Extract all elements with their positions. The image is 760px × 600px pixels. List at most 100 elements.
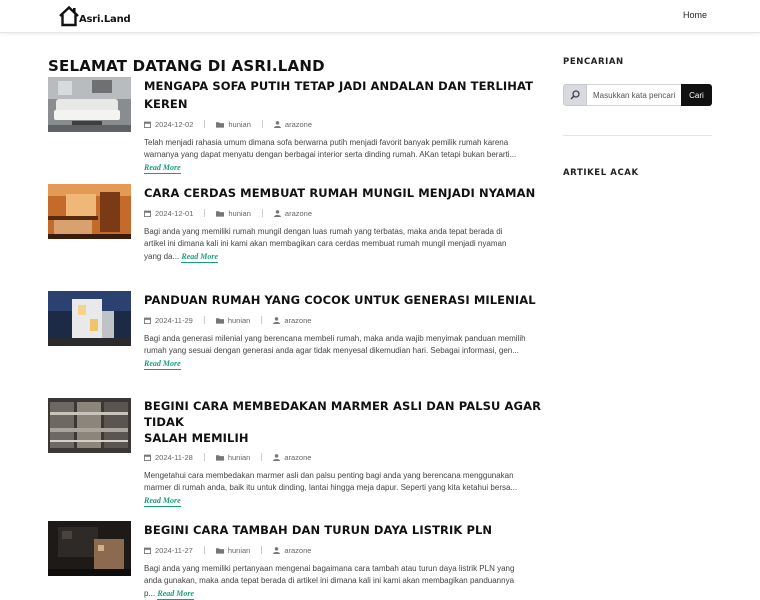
post-excerpt: Bagi anda generasi milenial yang berenca… — [144, 333, 542, 370]
folder-icon — [216, 121, 225, 128]
read-more-link[interactable]: Read More — [144, 162, 181, 174]
post-card: CARA CERDAS MEMBUAT RUMAH MUNGIL MENJADI… — [48, 184, 543, 264]
post-meta: 2024-12-01 hunian arazone — [144, 207, 542, 219]
excerpt-line: Bagi anda generasi milenial yang berenca… — [144, 334, 526, 343]
post-thumbnail[interactable] — [48, 77, 131, 132]
page-title: SELAMAT DATANG DI ASRI.LAND — [48, 57, 325, 75]
post-thumbnail[interactable] — [48, 184, 131, 239]
meta-divider — [203, 453, 205, 461]
post-date-text: 2024-11-27 — [155, 545, 193, 555]
post-category[interactable]: hunian — [215, 315, 251, 325]
post-thumbnail[interactable] — [48, 521, 131, 576]
post-thumbnail[interactable] — [48, 291, 131, 346]
post-title-line: BEGINI CARA MEMBEDAKAN MARMER ASLI DAN P… — [144, 399, 542, 429]
post-excerpt: Bagi anda yang memiliki rumah mungil den… — [144, 226, 542, 263]
post-meta: 2024-11-27 hunian arazone — [144, 544, 542, 556]
post-title[interactable]: MENGAPA SOFA PUTIH TETAP JADI ANDALAN DA… — [144, 79, 533, 111]
calendar-icon — [144, 547, 151, 554]
excerpt-line: Telah menjadi rahasia umum dimana sofa b… — [144, 138, 509, 147]
calendar-icon — [144, 210, 151, 217]
read-more-link[interactable]: Read More — [157, 588, 195, 600]
post-thumbnail[interactable] — [48, 398, 131, 453]
post-author-text: arazone — [284, 315, 312, 325]
post-date: 2024-11-28 — [144, 453, 193, 462]
folder-icon — [215, 547, 224, 554]
post-author-text: arazone — [284, 452, 312, 462]
random-articles-heading: ARTIKEL ACAK — [563, 168, 639, 178]
meta-divider — [261, 316, 263, 324]
excerpt-line: Mengetahui cara membedakan marmer asli d… — [144, 471, 514, 480]
post-excerpt: Telah menjadi rahasia umum dimana sofa b… — [144, 137, 542, 174]
post-card: BEGINI CARA TAMBAH DAN TURUN DAYA LISTRI… — [48, 521, 543, 600]
read-more-link[interactable]: Read More — [181, 251, 219, 263]
post-date: 2024-12-02 — [144, 120, 193, 129]
excerpt-line: anda gunakan, maka anda tepat berada di … — [144, 576, 515, 586]
post-author[interactable]: arazone — [273, 453, 311, 462]
post-author-text: arazone — [284, 545, 312, 555]
post-title-line: CARA CERDAS MEMBUAT RUMAH MUNGIL MENJADI… — [144, 186, 536, 200]
post-title[interactable]: BEGINI CARA MEMBEDAKAN MARMER ASLI DAN P… — [144, 398, 542, 446]
user-icon — [273, 546, 281, 554]
post-title-line: SALAH MEMILIH — [144, 431, 249, 445]
post-category[interactable]: hunian — [215, 453, 250, 462]
post-title[interactable]: BEGINI CARA TAMBAH DAN TURUN DAYA LISTRI… — [144, 523, 492, 537]
excerpt-line: warnanya yang dapat menyatu dengan berba… — [144, 150, 517, 160]
read-more-link[interactable]: Read More — [144, 495, 181, 507]
post-author[interactable]: arazone — [273, 119, 313, 129]
folder-icon — [215, 454, 224, 461]
post-card: MENGAPA SOFA PUTIH TETAP JADI ANDALAN DA… — [48, 77, 543, 174]
post-author[interactable]: arazone — [273, 316, 311, 325]
post-category[interactable]: hunian — [216, 209, 251, 218]
post-date-text: 2024-12-02 — [155, 119, 194, 129]
post-category-text: hunian — [228, 119, 251, 129]
post-body: PANDUAN RUMAH YANG COCOK UNTUK GENERASI … — [144, 291, 542, 370]
nav-home-link[interactable]: Home — [683, 10, 707, 20]
meta-divider — [203, 546, 205, 554]
post-date: 2024-11-27 — [144, 546, 193, 555]
search-form: Cari — [563, 84, 712, 106]
post-excerpt: Mengetahui cara membedakan marmer asli d… — [144, 470, 542, 507]
post-category[interactable]: hunian — [216, 120, 251, 129]
sidebar-divider — [563, 135, 712, 136]
post-excerpt: Bagi anda yang memiliki pertanyaan menge… — [144, 563, 542, 600]
post-author-text: arazone — [284, 119, 313, 129]
search-input[interactable] — [587, 84, 681, 106]
post-body: BEGINI CARA TAMBAH DAN TURUN DAYA LISTRI… — [144, 521, 542, 600]
user-icon — [273, 316, 281, 324]
calendar-icon — [144, 454, 151, 461]
post-card: BEGINI CARA MEMBEDAKAN MARMER ASLI DAN P… — [48, 398, 543, 507]
post-meta: 2024-11-28 hunian arazone — [144, 451, 542, 463]
site-logo[interactable]: Asri.Land — [58, 5, 131, 27]
post-category-text: hunian — [228, 208, 251, 218]
excerpt-tail: p... — [144, 588, 156, 598]
house-logo-icon — [59, 5, 79, 27]
calendar-icon — [144, 121, 151, 128]
post-author-text: arazone — [284, 208, 313, 218]
meta-divider — [204, 120, 206, 128]
post-category-text: hunian — [227, 315, 251, 325]
post-title[interactable]: CARA CERDAS MEMBUAT RUMAH MUNGIL MENJADI… — [144, 186, 535, 200]
meta-divider — [261, 209, 263, 217]
post-date-text: 2024-11-29 — [155, 315, 193, 325]
post-author[interactable]: arazone — [273, 546, 311, 555]
search-icon — [563, 84, 587, 106]
site-header: Asri.Land Home — [0, 0, 760, 33]
user-icon — [273, 209, 281, 217]
post-title[interactable]: PANDUAN RUMAH YANG COCOK UNTUK GENERASI … — [144, 293, 536, 307]
post-category[interactable]: hunian — [215, 545, 251, 555]
folder-icon — [215, 317, 224, 324]
meta-divider — [203, 316, 205, 324]
excerpt-line: Bagi anda yang memiliki rumah mungil den… — [144, 227, 503, 236]
read-more-link[interactable]: Read More — [144, 358, 181, 370]
post-card: PANDUAN RUMAH YANG COCOK UNTUK GENERASI … — [48, 291, 543, 371]
post-date: 2024-11-29 — [144, 316, 193, 325]
meta-divider — [261, 453, 263, 461]
post-title-line: BEGINI CARA TAMBAH DAN TURUN DAYA LISTRI… — [144, 523, 493, 537]
post-meta: 2024-11-29 hunian arazone — [144, 314, 542, 326]
search-button[interactable]: Cari — [681, 84, 712, 106]
excerpt-line: Bagi anda yang memiliki pertanyaan menge… — [144, 564, 515, 573]
post-category-text: hunian — [227, 545, 251, 555]
post-author[interactable]: arazone — [273, 208, 313, 218]
user-icon — [273, 453, 281, 461]
post-meta: 2024-12-02 hunian arazone — [144, 118, 542, 130]
